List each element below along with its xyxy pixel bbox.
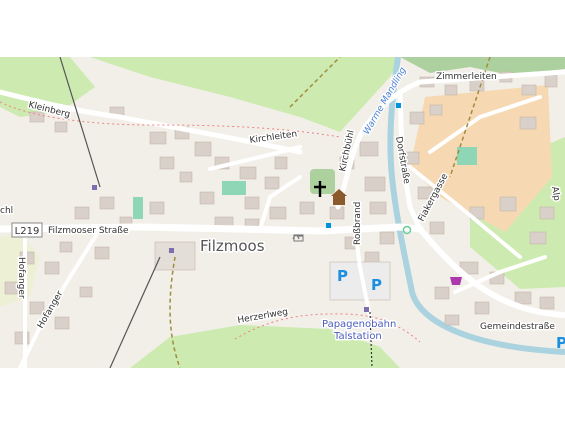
station-marker-icon-2[interactable] (169, 248, 174, 253)
pitch-area-3 (133, 197, 143, 219)
street-label-rossbrand: Roßbrand (353, 202, 363, 245)
place-label: Filzmoos (200, 237, 265, 255)
street-label-gemeindestrasse: Gemeindestraße (480, 322, 555, 332)
cemetery-area (310, 169, 335, 194)
parking-icon-2[interactable]: P (371, 276, 382, 294)
street-label-filzmooser-strasse: Filzmooser Straße (48, 226, 129, 236)
bus-stop-icon[interactable] (396, 103, 401, 108)
map-view[interactable]: L219 Filzmooser Straße Kleinberg Kirchle… (0, 57, 565, 368)
shop-icon[interactable] (450, 277, 462, 285)
station-label-line2[interactable]: Talstation (332, 330, 384, 344)
street-label-zimmerleiten: Zimmerleiten (436, 72, 497, 82)
road-ref-label: L219 (15, 226, 40, 237)
street-label-partial-left: chl (0, 206, 13, 216)
pitch-area (457, 147, 477, 165)
station-marker-icon-3[interactable] (364, 307, 369, 312)
map-canvas[interactable]: L219 Filzmooser Straße Kleinberg Kirchle… (0, 57, 565, 368)
parking-icon-3[interactable]: P (556, 334, 565, 352)
parking-lot-west (154, 241, 196, 271)
pitch-area-2 (222, 181, 246, 195)
station-label-line1[interactable]: Papagenobahn (321, 318, 398, 332)
street-label-hofanger-left: Hofanger (16, 257, 26, 299)
parking-icon[interactable]: P (337, 267, 348, 285)
station-marker-icon[interactable] (92, 185, 97, 190)
bus-stop-icon-2[interactable] (326, 223, 331, 228)
